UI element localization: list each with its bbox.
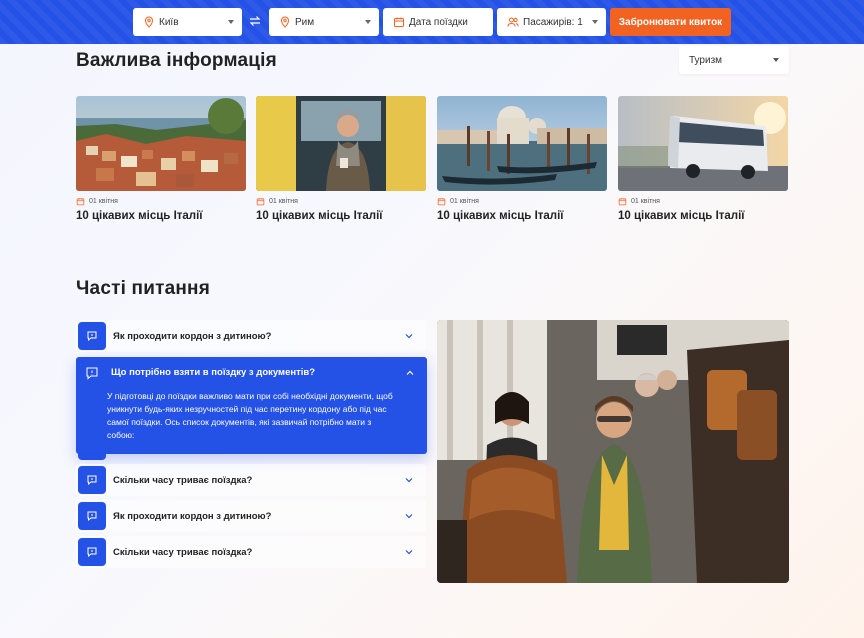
article-date: 01 квітня (89, 198, 118, 205)
category-filter-select[interactable]: Туризм (679, 46, 789, 74)
calendar-icon (437, 198, 446, 206)
faq-question: Як проходити кордон з дитиною? (113, 330, 272, 342)
to-value: Рим (295, 16, 315, 28)
tour-bus-photo (618, 96, 788, 191)
question-bubble-icon (86, 367, 98, 380)
calendar-icon (76, 198, 85, 206)
chevron-down-icon (405, 334, 413, 339)
swap-icon[interactable] (248, 14, 262, 28)
bus-passengers-photo (437, 320, 789, 583)
calendar-icon (618, 198, 627, 206)
faq-heading: Часті питання (76, 278, 211, 299)
passengers-value: Пасажирів: 1 (523, 16, 583, 28)
faq-question: Що потрібно взяти в поїздку з документів… (111, 367, 316, 378)
chevron-down-icon (405, 478, 413, 483)
date-placeholder: Дата поїздки (409, 16, 468, 28)
venice-canal-photo (437, 96, 607, 191)
question-bubble-icon (78, 322, 106, 350)
article-date: 01 квітня (631, 198, 660, 205)
question-bubble-icon (78, 502, 106, 530)
chevron-down-icon (773, 58, 779, 62)
faq-item[interactable]: Скільки часу триває поїздка? (76, 536, 426, 568)
chevron-down-icon (405, 514, 413, 519)
article-title[interactable]: 10 цікавих місць Італії (256, 210, 426, 222)
article-date: 01 квітня (269, 198, 298, 205)
location-pin-icon (279, 16, 291, 28)
article-card[interactable]: 01 квітня 10 цікавих місць Італії (618, 96, 788, 222)
book-ticket-button[interactable]: Забронювати квиток (610, 8, 731, 36)
faq-item-expanded[interactable]: Що потрібно взяти в поїздку з документів… (76, 357, 427, 454)
faq-item[interactable]: Як проходити кордон з дитиною? (76, 500, 426, 532)
faq-question: Як проходити кордон з дитиною? (113, 510, 272, 522)
to-select[interactable]: Рим (269, 8, 379, 36)
date-field[interactable]: Дата поїздки (383, 8, 493, 36)
article-date: 01 квітня (450, 198, 479, 205)
search-bar: Київ Рим Дата поїздки Пасажирів: 1 Забро… (0, 0, 864, 44)
question-bubble-icon (78, 538, 106, 566)
article-title[interactable]: 10 цікавих місць Італії (437, 210, 607, 222)
from-value: Київ (159, 16, 179, 28)
coastal-town-photo (76, 96, 246, 191)
chevron-down-icon (592, 20, 598, 24)
faq-answer: У підготовці до поїздки важливо мати при… (107, 391, 393, 440)
calendar-icon (393, 16, 405, 28)
from-select[interactable]: Київ (133, 8, 242, 36)
info-heading: Важлива інформація (76, 50, 277, 71)
article-title[interactable]: 10 цікавих місць Італії (76, 210, 246, 222)
chevron-up-icon (406, 370, 414, 375)
chevron-down-icon (405, 550, 413, 555)
traveler-on-bus-photo (256, 96, 426, 191)
article-card[interactable]: 01 квітня 10 цікавих місць Італії (256, 96, 426, 222)
faq-item[interactable]: Як проходити кордон з дитиною? (76, 320, 426, 352)
faq-question: Скільки часу триває поїздка? (113, 474, 253, 486)
category-filter-value: Туризм (689, 54, 723, 66)
passengers-select[interactable]: Пасажирів: 1 (497, 8, 606, 36)
calendar-icon (256, 198, 265, 206)
faq-question: Скільки часу триває поїздка? (113, 546, 253, 558)
article-title[interactable]: 10 цікавих місць Італії (618, 210, 788, 222)
article-card[interactable]: 01 квітня 10 цікавих місць Італії (437, 96, 607, 222)
chevron-down-icon (228, 20, 234, 24)
chevron-down-icon (365, 20, 371, 24)
faq-item[interactable]: Скільки часу триває поїздка? (76, 464, 426, 496)
users-icon (507, 16, 519, 28)
location-pin-icon (143, 16, 155, 28)
article-card[interactable]: 01 квітня 10 цікавих місць Італії (76, 96, 246, 222)
question-bubble-icon (78, 466, 106, 494)
